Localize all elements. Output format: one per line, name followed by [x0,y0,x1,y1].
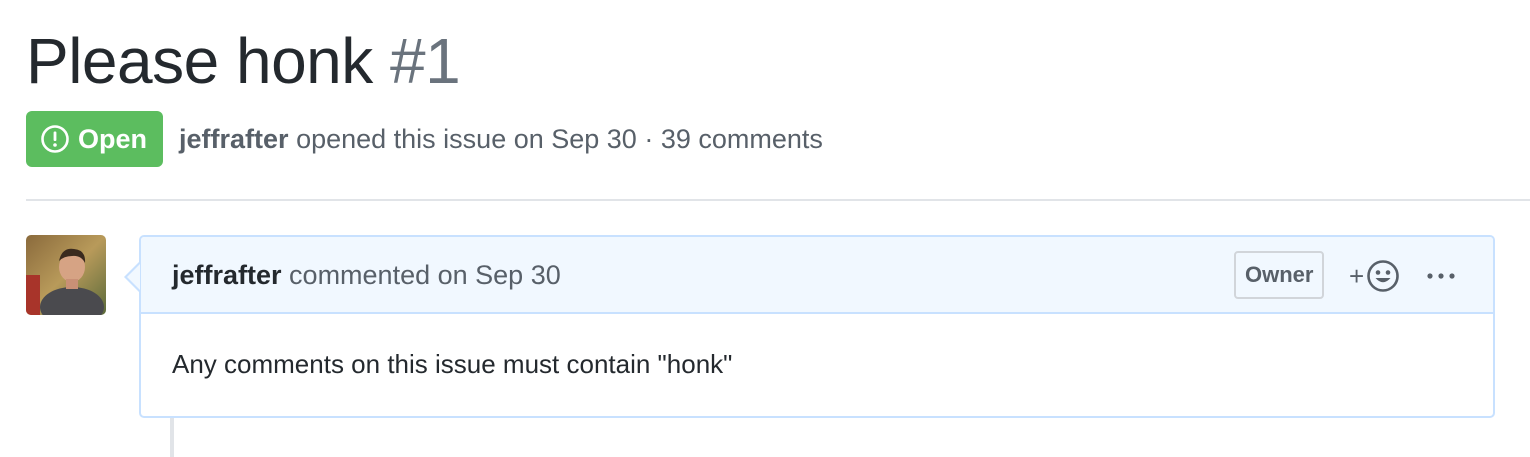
issue-state-badge: Open [26,111,164,167]
issue-state-label: Open [78,123,148,154]
header-divider [26,199,1530,201]
issue-page: Please honk #1 Open jeffrafter opened th… [0,0,1530,457]
comment-header-text: jeffrafter commented on Sep 30 [172,237,561,314]
reaction-plus: + [1349,261,1365,291]
issue-meta: Open jeffrafter opened this issue on Sep… [26,111,823,167]
smiley-icon [1367,260,1399,292]
timeline-line [170,418,174,457]
issue-number: #1 [390,25,461,97]
issue-meta-text: jeffrafter opened this issue on Sep 30 ·… [179,124,823,155]
comment-body: Any comments on this issue must contain … [172,349,733,379]
add-reaction-button[interactable]: + [1349,258,1400,294]
owner-label: Owner [1234,251,1325,299]
comment-header: jeffrafter commented on Sep 30 Owner + [141,237,1493,314]
comment: jeffrafter commented on Sep 30 Owner + A… [139,235,1495,418]
avatar[interactable] [26,235,106,315]
comment-timestamp[interactable]: commented on Sep 30 [289,260,561,290]
comment-options-button[interactable] [1424,263,1458,289]
issue-title-text: Please honk [26,25,373,97]
issue-title: Please honk #1 [26,20,461,102]
issue-opened-text: opened this issue on Sep 30 · 39 comment… [296,123,823,154]
comment-arrow-fill [127,264,140,290]
comment-author-link[interactable]: jeffrafter [172,260,282,290]
avatar-image [26,235,106,315]
issue-author-link[interactable]: jeffrafter [179,124,289,154]
issue-opened-icon [41,125,69,153]
kebab-horizontal-icon [1427,273,1455,279]
